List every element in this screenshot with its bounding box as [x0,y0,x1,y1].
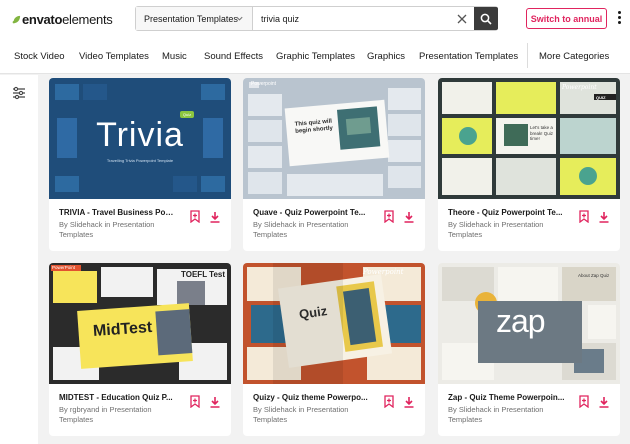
bookmark-icon[interactable] [578,210,590,223]
card-thumbnail[interactable]: Powerpoint Quiz [243,263,425,384]
card-author: By Slidehack in Presentation Templates [59,220,155,239]
nav-item-sound-effects[interactable]: Sound Effects [204,51,263,62]
bookmark-icon[interactable] [383,210,395,223]
thumb-label: PowerPoint [52,265,76,270]
bookmark-icon[interactable] [383,395,395,408]
download-icon[interactable] [403,396,415,408]
item-card[interactable]: Powerpoint This quiz will begin shortly … [243,78,425,251]
card-author: By Slidehack in Presentation Templates [448,405,544,424]
kebab-menu-icon[interactable] [618,11,622,26]
nav-item-graphics[interactable]: Graphics [367,51,405,62]
card-title[interactable]: MIDTEST - Education Quiz P... [59,393,177,402]
search-button[interactable] [474,7,498,30]
filter-rail [0,75,38,444]
category-select[interactable]: Presentation Templates [136,7,253,30]
nav-divider [527,43,528,68]
thumb-label: Powerpoint [562,84,597,91]
thumb-title: Let's take a break! Quiz time! [530,125,554,141]
card-title[interactable]: Quave - Quiz Powerpoint Te... [253,208,371,217]
search-input[interactable] [253,7,474,30]
thumb-badge: QUIZ [596,95,606,100]
search-query-wrap [253,7,474,30]
nav-item-stock-video[interactable]: Stock Video [14,51,65,62]
download-icon[interactable] [209,396,221,408]
nav-item-graphic-templates[interactable]: Graphic Templates [276,51,355,62]
item-card[interactable]: zap About Zap Quiz Zap - Quiz Theme Powe… [438,263,620,436]
nav-item-presentation-templates[interactable]: Presentation Templates [419,51,518,62]
thumb-label: Powerpoint [363,268,404,276]
card-author: By rgbryand in Presentation Templates [59,405,152,424]
search-bar: Presentation Templates [135,6,498,31]
item-card[interactable]: Powerpoint QUIZ Let's take a break! Quiz… [438,78,620,251]
logo-text: envatoelements [22,11,113,27]
nav-item-video-templates[interactable]: Video Templates [79,51,149,62]
card-thumbnail[interactable]: Powerpoint QUIZ Let's take a break! Quiz… [438,78,620,199]
envato-elements-logo[interactable]: envatoelements [12,11,113,27]
bookmark-icon[interactable] [189,210,201,223]
top-header: envatoelements Presentation Templates Sw… [0,0,630,37]
thumb-badge: TOEFL Test [181,270,226,279]
nav-item-music[interactable]: Music [162,51,187,62]
nav-item-more-categories[interactable]: More Categories [539,51,609,62]
card-title[interactable]: TRIVIA - Travel Business Pow... [59,208,177,217]
category-select-value: Presentation Templates [144,13,238,24]
card-thumbnail[interactable]: Trivia Quiz Travelling Trivia Powerpoint… [49,78,231,199]
thumb-title: zap [496,303,546,339]
quave-preview-image [243,78,425,199]
download-icon[interactable] [598,211,610,223]
thumb-label: Powerpoint [251,81,277,87]
leaf-icon [12,15,21,23]
bookmark-icon[interactable] [189,395,201,408]
switch-to-annual-button[interactable]: Switch to annual [526,8,607,29]
card-title[interactable]: Theore - Quiz Powerpoint Te... [448,208,566,217]
thumb-badge: Quiz [182,112,192,117]
card-title[interactable]: Quizy - Quiz theme Powerpo... [253,393,371,402]
thumb-title: Trivia [96,116,184,154]
item-card[interactable]: Powerpoint Quiz Quizy - Quiz theme Power… [243,263,425,436]
close-icon[interactable] [456,13,468,25]
theore-preview-image [438,78,620,199]
chevron-down-icon [236,16,243,21]
card-title[interactable]: Zap - Quiz Theme Powerpoin... [448,393,566,402]
download-icon[interactable] [403,211,415,223]
category-nav: Stock Video Video Templates Music Sound … [0,37,630,74]
card-thumbnail[interactable]: Powerpoint This quiz will begin shortly [243,78,425,199]
item-card[interactable]: PowerPoint TOEFL Test MidTest MIDTEST - … [49,263,231,436]
download-icon[interactable] [598,396,610,408]
card-author: By Slidehack in Presentation Templates [253,220,349,239]
thumb-subtitle: About Zap Quiz [578,273,610,278]
download-icon[interactable] [209,211,221,223]
card-author: By Slidehack in Presentation Templates [253,405,349,424]
filter-sliders-icon[interactable] [12,86,26,100]
quizy-preview-image [243,263,425,384]
card-thumbnail[interactable]: PowerPoint TOEFL Test MidTest [49,263,231,384]
card-thumbnail[interactable]: zap About Zap Quiz [438,263,620,384]
card-author: By Slidehack in Presentation Templates [448,220,544,239]
thumb-subtitle: Travelling Trivia Powerpoint Template [106,158,174,163]
item-card[interactable]: Trivia Quiz Travelling Trivia Powerpoint… [49,78,231,251]
search-icon [480,13,492,25]
bookmark-icon[interactable] [578,395,590,408]
